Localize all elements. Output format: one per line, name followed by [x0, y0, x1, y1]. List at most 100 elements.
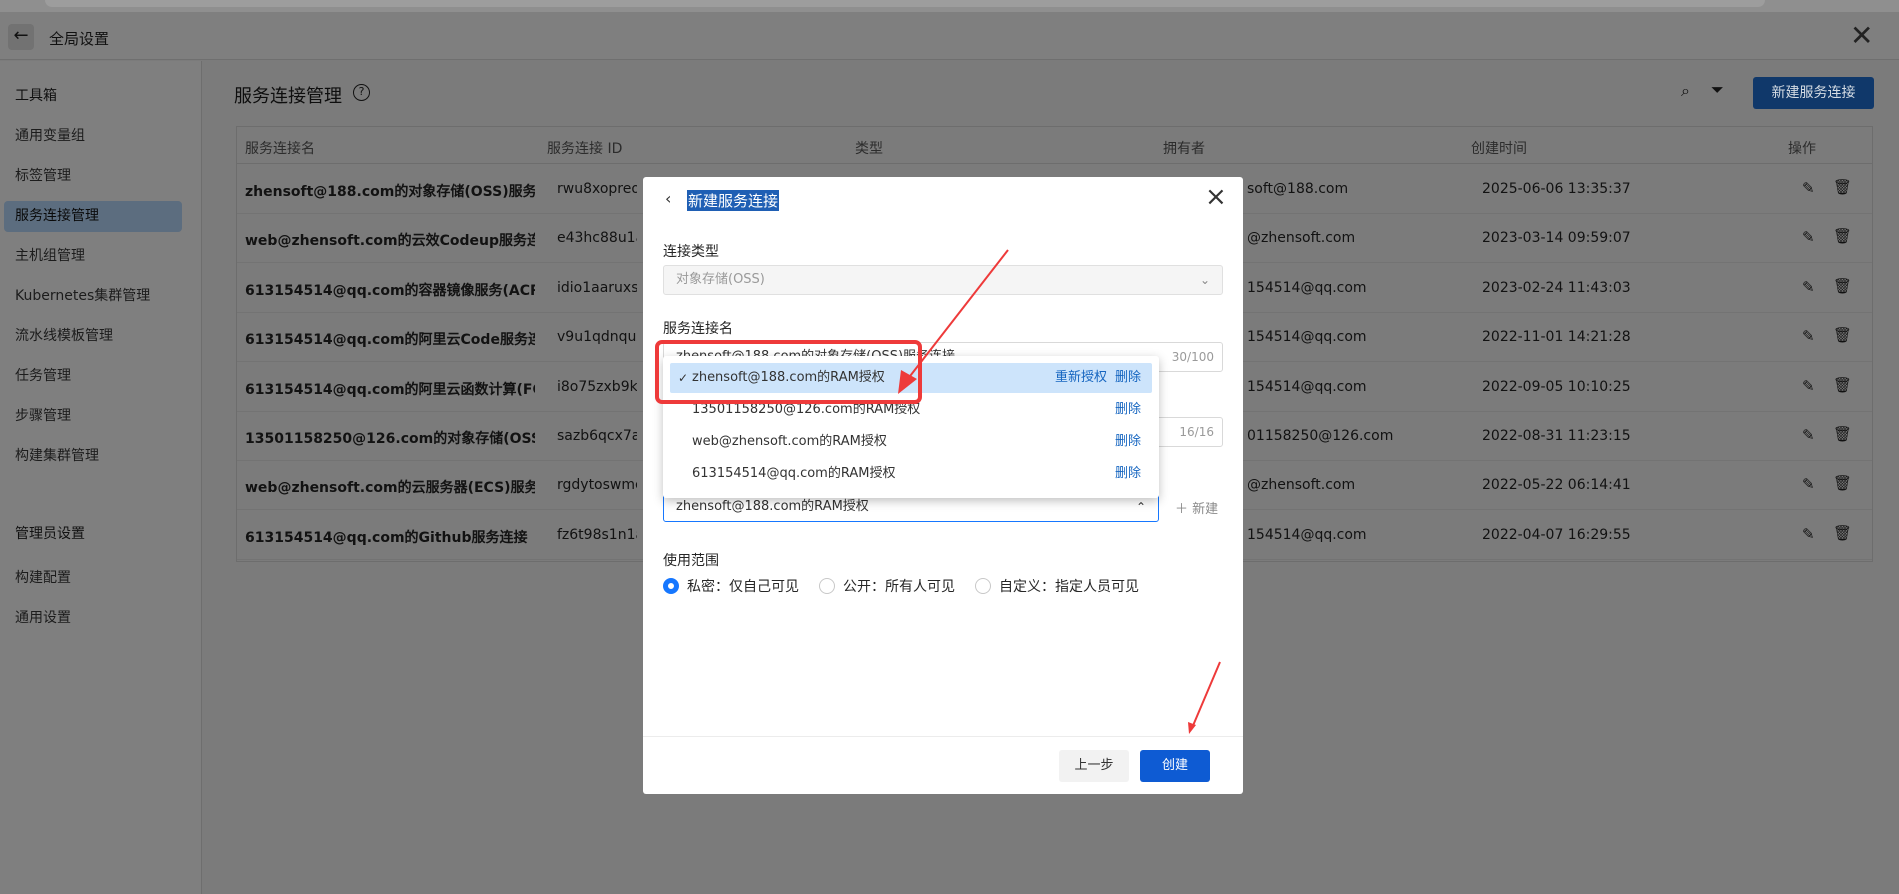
row-created-time: 2022-05-22 06:14:41 — [1482, 477, 1631, 494]
filter-icon[interactable]: ⏷ — [1711, 80, 1724, 100]
sidebar-item-kubernetes[interactable]: Kubernetes集群管理 — [15, 285, 150, 305]
chevron-left-icon[interactable]: ‹ — [665, 189, 671, 208]
row-created-time: 2022-11-01 14:21:28 — [1482, 329, 1631, 346]
help-icon[interactable]: ? — [353, 84, 370, 101]
edit-icon[interactable]: ✎ — [1802, 179, 1815, 197]
edit-icon[interactable]: ✎ — [1802, 475, 1815, 493]
delete-link[interactable]: 删除 — [1115, 459, 1141, 489]
trash-icon[interactable]: 🗑 — [1833, 524, 1852, 542]
dropdown-option-613154514[interactable]: 613154514@qq.com的RAM授权 删除 — [670, 459, 1152, 489]
sidebar-item-steps[interactable]: 步骤管理 — [15, 405, 71, 425]
reauthorize-link[interactable]: 重新授权 — [1055, 363, 1107, 393]
row-created-time: 2022-09-05 10:10:25 — [1482, 378, 1631, 395]
row-created-time: 2022-04-07 16:29:55 — [1482, 526, 1631, 543]
connection-name-label: 服务连接名 — [663, 321, 733, 337]
row-connection-id: fz6t98s1n1a — [557, 526, 637, 543]
row-owner: 154514@qq.com — [1247, 378, 1367, 395]
column-header-type: 类型 — [855, 141, 883, 157]
edit-icon[interactable]: ✎ — [1802, 426, 1815, 444]
search-icon[interactable]: ⌕ — [1681, 81, 1690, 101]
row-connection-id: v9u1qdnqux — [557, 329, 637, 346]
sidebar-item-build-clusters[interactable]: 构建集群管理 — [15, 445, 99, 465]
row-created-time: 2023-03-14 09:59:07 — [1482, 230, 1631, 247]
app-title: 全局设置 — [49, 30, 110, 48]
sidebar-item-tags[interactable]: 标签管理 — [15, 165, 71, 185]
trash-icon[interactable]: 🗑 — [1833, 227, 1852, 245]
row-owner: 154514@qq.com — [1247, 279, 1367, 296]
edit-icon[interactable]: ✎ — [1802, 377, 1815, 395]
edit-icon[interactable]: ✎ — [1802, 228, 1815, 246]
sidebar-item-host-groups[interactable]: 主机组管理 — [15, 245, 85, 265]
app-header: ← 全局设置 ✕ — [0, 12, 1899, 60]
sidebar-item-general-settings[interactable]: 通用设置 — [15, 607, 71, 627]
sidebar-item-pipeline-templates[interactable]: 流水线模板管理 — [15, 325, 113, 345]
row-owner: 154514@qq.com — [1247, 329, 1367, 346]
edit-icon[interactable]: ✎ — [1802, 525, 1815, 543]
radio-dot — [819, 578, 835, 594]
trash-icon[interactable]: 🗑 — [1833, 376, 1852, 394]
table-header: 服务连接名 服务连接 ID 类型 拥有者 创建时间 操作 — [237, 127, 1872, 164]
delete-link[interactable]: 删除 — [1115, 363, 1141, 393]
modal-title: 新建服务连接 — [687, 190, 780, 211]
new-service-connection-button[interactable]: 新建服务连接 — [1753, 77, 1874, 109]
scope-option-label: 私密：仅自己可见 — [687, 579, 799, 595]
row-connection-id: e43hc88u1a — [557, 230, 637, 247]
scope-option-label: 自定义：指定人员可见 — [999, 579, 1139, 595]
authorization-value: zhensoft@188.com的RAM授权 — [676, 499, 869, 514]
row-connection-name[interactable]: zhensoft@188.com的对象存储(OSS)服务连... — [245, 181, 535, 201]
column-header-name: 服务连接名 — [245, 141, 315, 157]
column-header-created: 创建时间 — [1471, 141, 1527, 157]
sidebar-section-admin: 管理员设置 — [15, 526, 85, 542]
scope-label: 使用范围 — [663, 553, 719, 569]
trash-icon[interactable]: 🗑 — [1833, 474, 1852, 492]
modal-close-icon[interactable]: × — [1205, 182, 1227, 212]
row-owner: soft@188.com — [1247, 181, 1349, 197]
row-owner: 154514@qq.com — [1247, 526, 1367, 543]
dropdown-option-web-zhensoft[interactable]: web@zhensoft.com的RAM授权 删除 — [670, 427, 1152, 457]
chevron-down-icon: ⌄ — [1199, 273, 1210, 287]
row-connection-name[interactable]: 613154514@qq.com的阿里云Code服务连接 — [245, 329, 535, 349]
row-connection-id: i8o75zxb9kp — [557, 378, 637, 395]
scope-radio-custom[interactable]: 自定义：指定人员可见 — [975, 576, 1139, 596]
trash-icon[interactable]: 🗑 — [1833, 178, 1852, 196]
connection-type-value: 对象存储(OSS) — [676, 272, 765, 287]
edit-icon[interactable]: ✎ — [1802, 327, 1815, 345]
delete-link[interactable]: 删除 — [1115, 427, 1141, 457]
close-icon[interactable]: ✕ — [1850, 22, 1873, 50]
row-owner: 01158250@126.com — [1247, 428, 1394, 444]
sidebar-item-tasks[interactable]: 任务管理 — [15, 365, 71, 385]
row-connection-name[interactable]: 613154514@qq.com的容器镜像服务(ACR)... — [245, 280, 535, 300]
annotation-highlight-box — [655, 340, 922, 404]
sidebar-item-variable-groups[interactable]: 通用变量组 — [15, 125, 85, 145]
previous-step-button[interactable]: 上一步 — [1059, 750, 1129, 782]
column-header-owner: 拥有者 — [1163, 141, 1205, 157]
back-arrow-icon[interactable]: ← — [8, 24, 34, 50]
trash-icon[interactable]: 🗑 — [1833, 277, 1852, 295]
create-button[interactable]: 创建 — [1140, 750, 1210, 782]
connection-type-select: 对象存储(OSS) ⌄ — [663, 265, 1223, 295]
scope-option-label: 公开：所有人可见 — [843, 579, 955, 595]
trash-icon[interactable]: 🗑 — [1833, 425, 1852, 443]
browser-address-pill — [45, 0, 1765, 7]
new-authorization-link[interactable]: ＋ 新建 — [1175, 498, 1218, 517]
trash-icon[interactable]: 🗑 — [1833, 326, 1852, 344]
delete-link[interactable]: 删除 — [1115, 395, 1141, 425]
row-created-time: 2025-06-06 13:35:37 — [1482, 181, 1631, 197]
dropdown-option-label: 613154514@qq.com的RAM授权 — [692, 466, 896, 481]
sidebar-item-service-connections[interactable]: 服务连接管理 — [4, 201, 182, 232]
sidebar-section-toolbox: 工具箱 — [15, 88, 57, 104]
row-connection-name[interactable]: 613154514@qq.com的Github服务连接 — [245, 527, 535, 547]
row-connection-name[interactable]: 613154514@qq.com的阿里云函数计算(FC)... — [245, 379, 535, 399]
row-connection-id: rwu8xopreof — [557, 181, 637, 197]
scope-radio-private[interactable]: 私密：仅自己可见 — [663, 576, 799, 596]
sidebar-item-build-config[interactable]: 构建配置 — [15, 567, 71, 587]
page-title: 服务连接管理 — [234, 86, 342, 107]
name-char-counter: 30/100 — [1167, 343, 1214, 371]
row-connection-id: rgdytoswmc — [557, 477, 637, 494]
edit-icon[interactable]: ✎ — [1802, 278, 1815, 296]
dropdown-option-label: web@zhensoft.com的RAM授权 — [692, 434, 887, 449]
scope-radio-public[interactable]: 公开：所有人可见 — [819, 576, 955, 596]
row-connection-name[interactable]: web@zhensoft.com的云效Codeup服务连接 — [245, 230, 535, 250]
row-connection-name[interactable]: web@zhensoft.com的云服务器(ECS)服务... — [245, 477, 535, 497]
row-connection-name[interactable]: 13501158250@126.com的对象存储(OSS)... — [245, 428, 535, 448]
